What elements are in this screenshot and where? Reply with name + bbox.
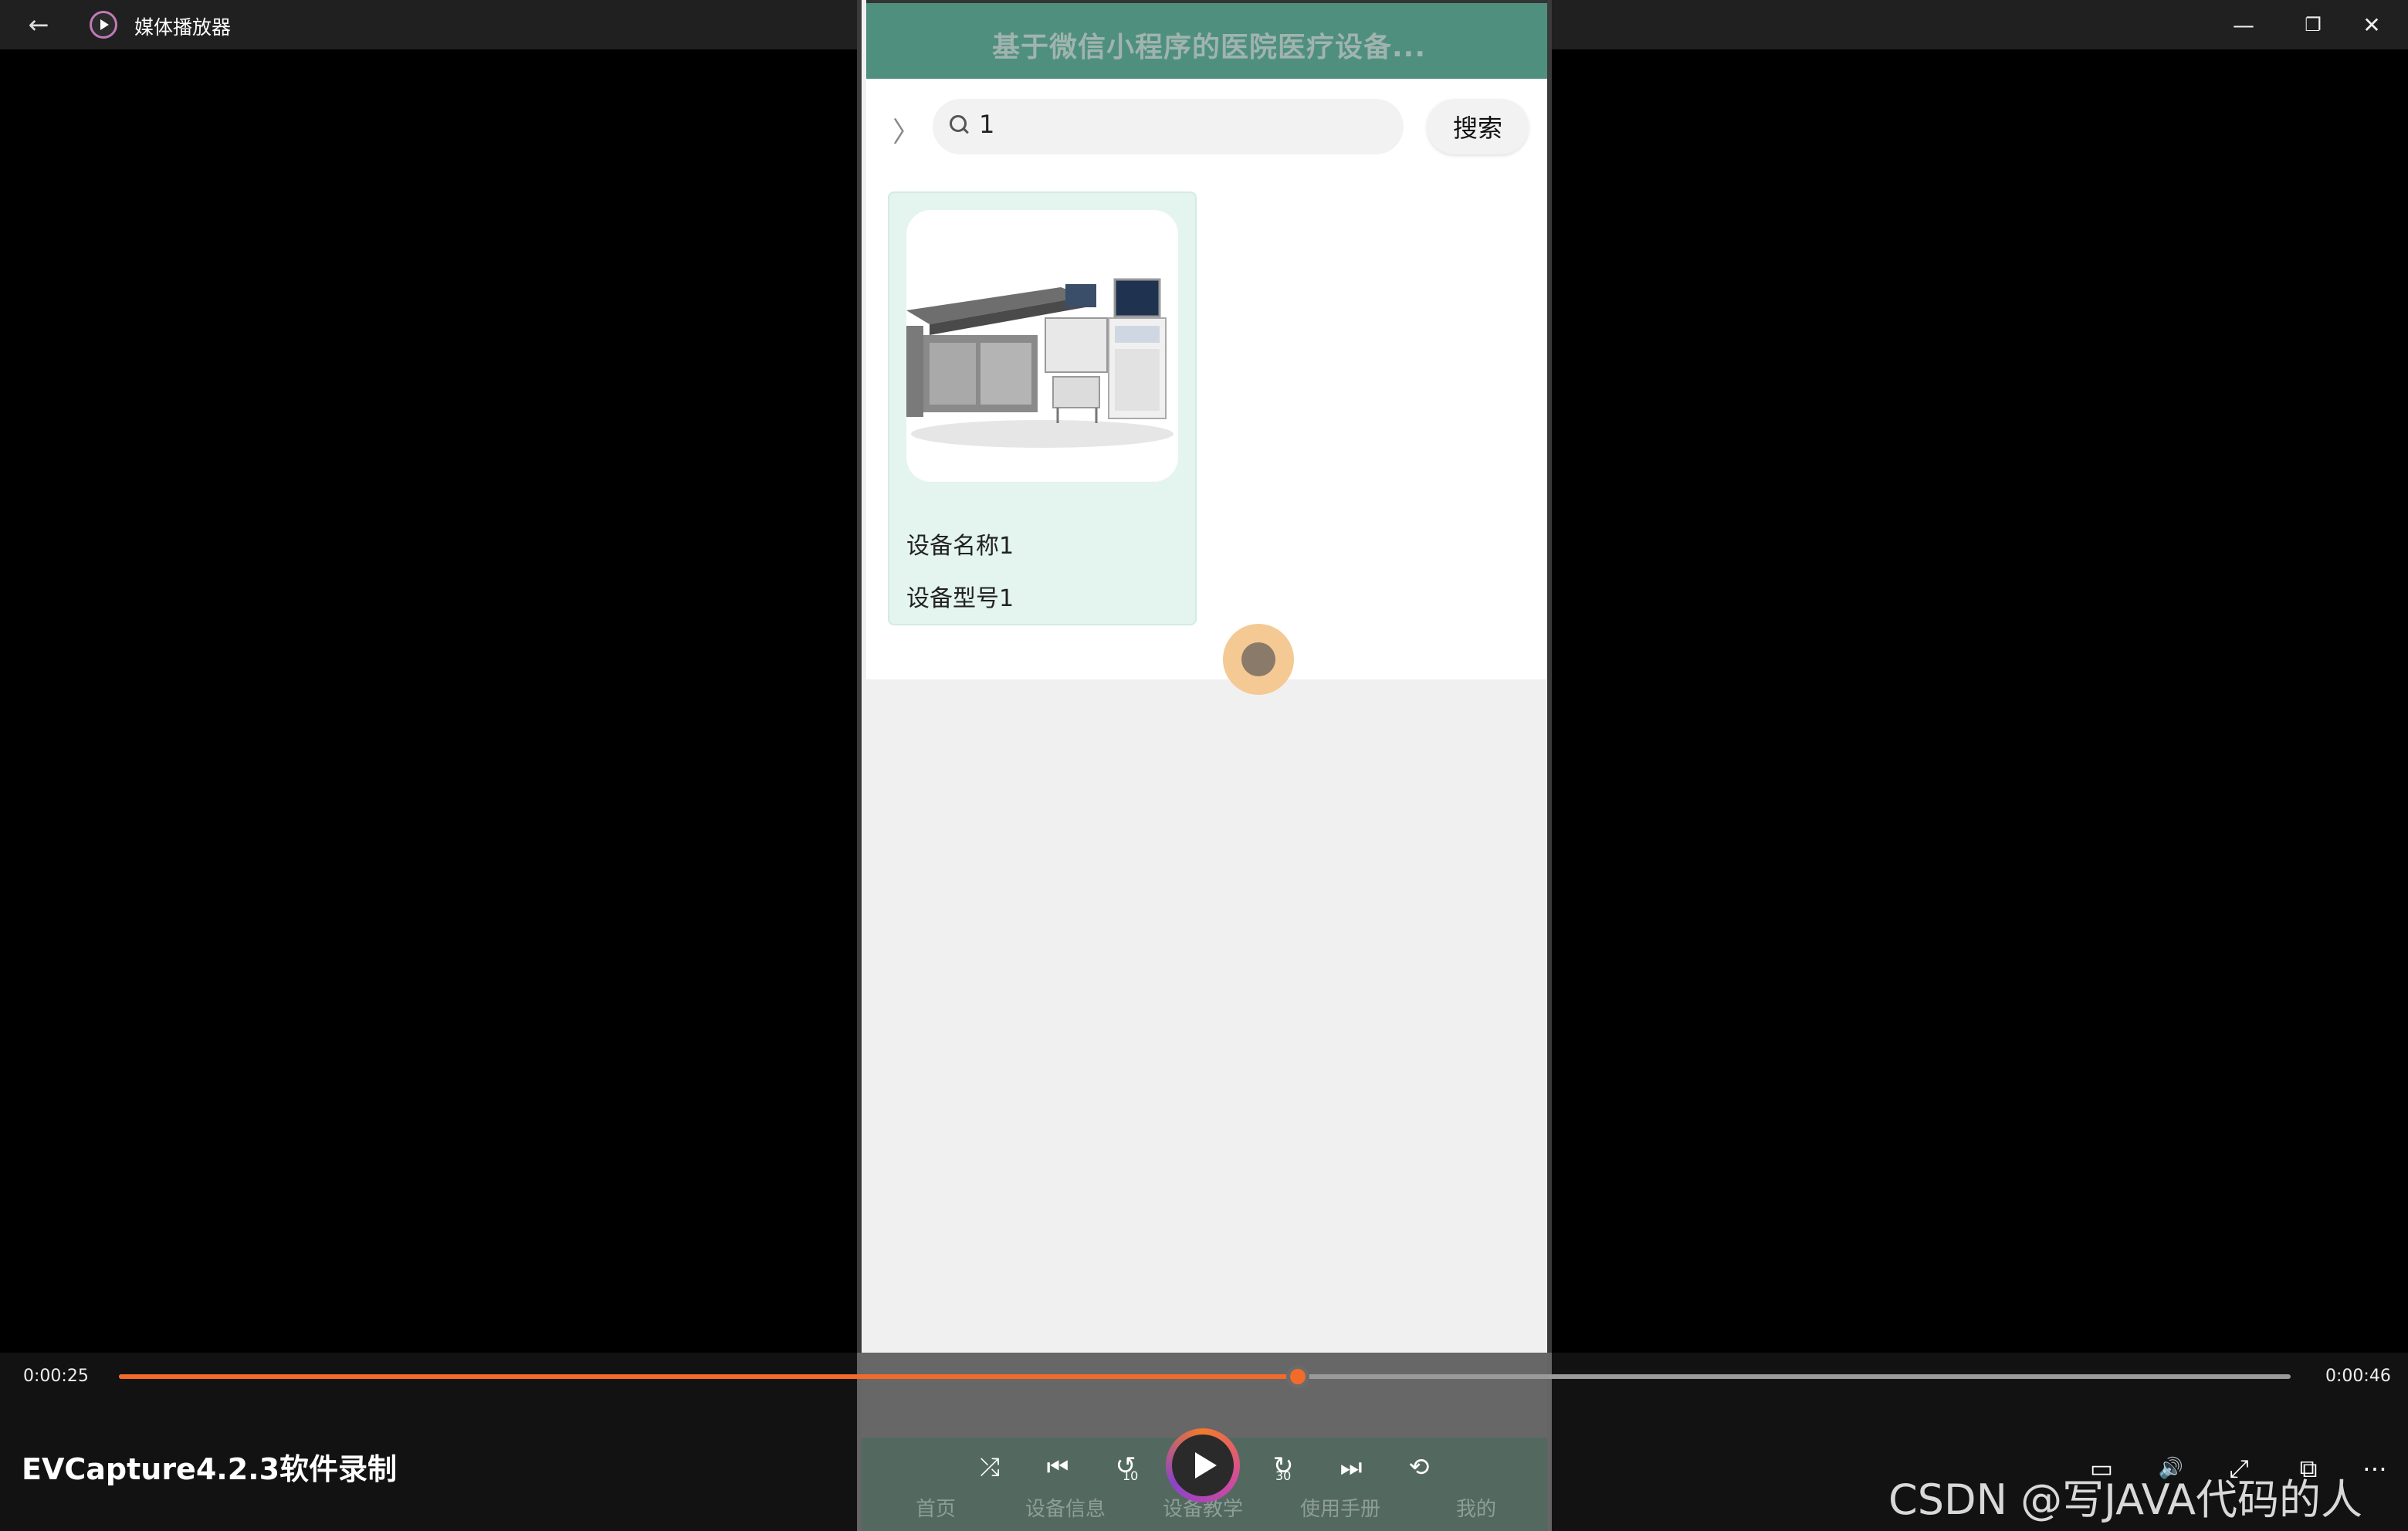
- touch-indicator: [1223, 624, 1294, 695]
- device-image: [906, 210, 1178, 482]
- recorder-watermark: EVCapture4.2.3软件录制: [22, 1452, 398, 1486]
- current-time: 0:00:25: [23, 1367, 89, 1386]
- total-time: 0:00:46: [2325, 1367, 2391, 1386]
- rewind-10-icon[interactable]: ↺ 10: [1101, 1441, 1150, 1490]
- csdn-watermark: CSDN @写JAVA代码的人: [1888, 1475, 2363, 1524]
- video-frame: 基于微信小程序的医院医疗设备... 〉 1 搜索 设备名称1 设备型号1: [857, 0, 1552, 1531]
- tab-user-manual[interactable]: 使用手册: [1300, 1493, 1380, 1522]
- search-input[interactable]: 1: [933, 99, 1404, 154]
- forward-seconds: 30: [1275, 1468, 1292, 1483]
- back-arrow-icon[interactable]: ←: [22, 8, 56, 42]
- tab-device-info[interactable]: 设备信息: [1025, 1493, 1106, 1522]
- search-input-value: 1: [979, 110, 995, 139]
- play-icon: [1172, 1434, 1234, 1496]
- media-player-app-icon: [90, 11, 117, 39]
- close-icon[interactable]: ✕: [2349, 5, 2395, 45]
- minimize-icon[interactable]: —: [2220, 5, 2267, 45]
- repeat-icon[interactable]: ⟲: [1394, 1442, 1444, 1492]
- restore-icon[interactable]: ❐: [2290, 5, 2336, 45]
- mini-program-title: 基于微信小程序的医院医疗设备...: [991, 32, 1427, 63]
- shuffle-icon[interactable]: ⤮: [965, 1442, 1014, 1492]
- mini-program-header: 基于微信小程序的医院医疗设备...: [866, 0, 1547, 79]
- window-title: 媒体播放器: [134, 16, 232, 39]
- search-button[interactable]: 搜索: [1427, 99, 1529, 154]
- forward-30-icon[interactable]: ↻ 30: [1258, 1441, 1308, 1490]
- device-card[interactable]: 设备名称1 设备型号1: [888, 191, 1197, 625]
- device-model: 设备型号1: [906, 585, 1014, 612]
- progress-bar[interactable]: [119, 1365, 2291, 1388]
- chevron-right-icon[interactable]: 〉: [892, 110, 920, 150]
- search-results-page: 〉 1 搜索 设备名称1 设备型号1: [866, 79, 1547, 679]
- tab-mine[interactable]: 我的: [1456, 1493, 1496, 1522]
- tab-home[interactable]: 首页: [916, 1493, 956, 1522]
- play-button[interactable]: [1166, 1428, 1240, 1502]
- next-icon[interactable]: ⏭: [1326, 1442, 1376, 1492]
- device-name: 设备名称1: [906, 533, 1014, 560]
- previous-icon[interactable]: ⏮: [1033, 1442, 1082, 1492]
- rewind-seconds: 10: [1123, 1468, 1139, 1483]
- progress-fill: [119, 1374, 1299, 1379]
- search-icon: [950, 115, 967, 132]
